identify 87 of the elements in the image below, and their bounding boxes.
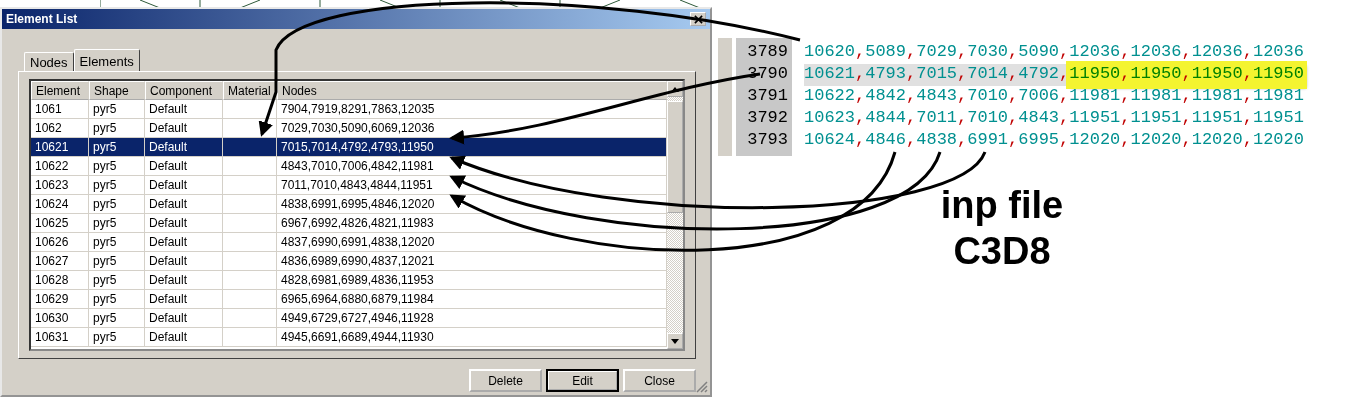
table-cell: 10629 xyxy=(35,292,69,306)
table-cell: pyr5 xyxy=(93,235,117,249)
dialog-button[interactable]: Delete xyxy=(469,369,542,392)
table-cell: Default xyxy=(149,292,188,306)
table-cell: 7015,7014,4792,4793,11950 xyxy=(281,140,434,154)
table-cell: 10621 xyxy=(35,140,69,154)
table-cell: 7904,7919,8291,7863,12035 xyxy=(281,102,435,116)
table-cell: Default xyxy=(149,140,188,154)
tab[interactable]: Nodes xyxy=(24,52,74,71)
table-cell: 1062 xyxy=(35,121,62,135)
line-number: 3793 xyxy=(747,130,788,151)
table-cell: Default xyxy=(149,235,188,249)
table-cell: 10622 xyxy=(35,159,69,173)
table-cell: pyr5 xyxy=(93,197,117,211)
table-cell: pyr5 xyxy=(93,273,117,287)
table-row[interactable]: 10628 pyr5 Default 4828,6981,6989,4836,11953 xyxy=(31,271,667,290)
table-cell: 4945,6691,6689,4944,11930 xyxy=(281,330,434,344)
table-cell: 10625 xyxy=(35,216,69,230)
table-row[interactable]: 10627 pyr5 Default 4836,6989,6990,4837,12021 xyxy=(31,252,667,271)
table-cell: pyr5 xyxy=(93,254,117,268)
table-cell: 4836,6989,6990,4837,12021 xyxy=(281,254,435,268)
table-cell: 4949,6729,6727,4946,11928 xyxy=(281,311,434,325)
table-cell: 6967,6992,4826,4821,11983 xyxy=(281,216,434,230)
line-number: 3791 xyxy=(747,86,788,107)
annotation-text: C3D8 xyxy=(953,229,1051,274)
table-cell: 4843,7010,7006,4842,11981 xyxy=(281,159,434,173)
table-cell: Default xyxy=(149,330,188,344)
table-cell: pyr5 xyxy=(93,216,117,230)
table-row[interactable]: 10624 pyr5 Default 4838,6991,6995,4846,12020 xyxy=(31,195,667,214)
table-cell: 7011,7010,4843,4844,11951 xyxy=(281,178,433,192)
table-row[interactable]: 10629 pyr5 Default 6965,6964,6880,6879,11984 xyxy=(31,290,667,309)
window-title: Element List xyxy=(6,12,78,26)
table-cell: Default xyxy=(149,197,188,211)
table-cell: Default xyxy=(149,311,188,325)
column-header[interactable]: Material xyxy=(223,81,277,100)
table-row[interactable]: 10630 pyr5 Default 4949,6729,6727,4946,11928 xyxy=(31,309,667,328)
code-line: 10622,4842,4843,7010,7006,11981,11981,11981,11981 xyxy=(804,86,1304,107)
dialog-button[interactable]: Edit xyxy=(546,369,619,392)
table-cell: pyr5 xyxy=(93,292,117,306)
table-cell: 10630 xyxy=(35,311,69,325)
table-cell: pyr5 xyxy=(93,121,117,135)
table-cell: 4828,6981,6989,4836,11953 xyxy=(281,273,434,287)
table-cell: 10626 xyxy=(35,235,69,249)
table-cell: Default xyxy=(149,159,188,173)
table-cell: 7029,7030,5090,6069,12036 xyxy=(281,121,435,135)
table-cell: 4838,6991,6995,4846,12020 xyxy=(281,197,435,211)
table-cell: 1061 xyxy=(35,102,62,116)
line-number: 3790 xyxy=(747,64,788,85)
code-line: 10620,5089,7029,7030,5090,12036,12036,12036,12036 xyxy=(804,42,1304,63)
table-row[interactable]: 1061 pyr5 Default 7904,7919,8291,7863,12035 xyxy=(31,100,667,119)
table-cell: Default xyxy=(149,216,188,230)
column-header[interactable]: Element xyxy=(31,81,89,100)
table-cell: 10627 xyxy=(35,254,69,268)
table-cell: 10623 xyxy=(35,178,69,192)
code-line: 10623,4844,7011,7010,4843,11951,11951,11951,11951 xyxy=(804,108,1304,129)
table-cell: Default xyxy=(149,121,188,135)
column-header[interactable]: Component xyxy=(145,81,223,100)
column-header[interactable]: Nodes xyxy=(277,81,667,100)
table-row[interactable]: 10626 pyr5 Default 4837,6990,6991,4838,12020 xyxy=(31,233,667,252)
column-header[interactable]: Shape xyxy=(89,81,145,100)
code-line: 10624,4846,4838,6991,6995,12020,12020,12020,12020 xyxy=(804,130,1304,151)
table-cell: Default xyxy=(149,178,188,192)
table-cell: 6965,6964,6880,6879,11984 xyxy=(281,292,434,306)
table-row[interactable]: 10621 pyr5 Default 7015,7014,4792,4793,11950 xyxy=(31,138,667,157)
annotation-text: inp file xyxy=(940,183,1064,228)
table-cell: pyr5 xyxy=(93,159,117,173)
table-row[interactable]: 10631 pyr5 Default 4945,6691,6689,4944,11930 xyxy=(31,328,667,347)
table-cell: pyr5 xyxy=(93,140,117,154)
table-cell: 10624 xyxy=(35,197,69,211)
table-row[interactable]: 10623 pyr5 Default 7011,7010,4843,4844,11951 xyxy=(31,176,667,195)
table-cell: pyr5 xyxy=(93,102,117,116)
line-number: 3792 xyxy=(747,108,788,129)
table-cell: pyr5 xyxy=(93,330,117,344)
dialog-button[interactable]: Close xyxy=(623,369,696,392)
table-cell: 10631 xyxy=(35,330,69,344)
table-row[interactable]: 10625 pyr5 Default 6967,6992,4826,4821,11983 xyxy=(31,214,667,233)
table-cell: pyr5 xyxy=(93,311,117,325)
line-number: 3789 xyxy=(747,42,788,63)
table-cell: 10628 xyxy=(35,273,69,287)
table-row[interactable]: 10622 pyr5 Default 4843,7010,7006,4842,11981 xyxy=(31,157,667,176)
tab[interactable]: Elements xyxy=(73,49,140,71)
table-cell: 4837,6990,6991,4838,12020 xyxy=(281,235,435,249)
table-cell: pyr5 xyxy=(93,178,117,192)
table-cell: Default xyxy=(149,102,188,116)
highlighted-text: 11950,11950,11950,11950 xyxy=(1069,64,1304,86)
table-cell: Default xyxy=(149,254,188,268)
table-cell: Default xyxy=(149,273,188,287)
